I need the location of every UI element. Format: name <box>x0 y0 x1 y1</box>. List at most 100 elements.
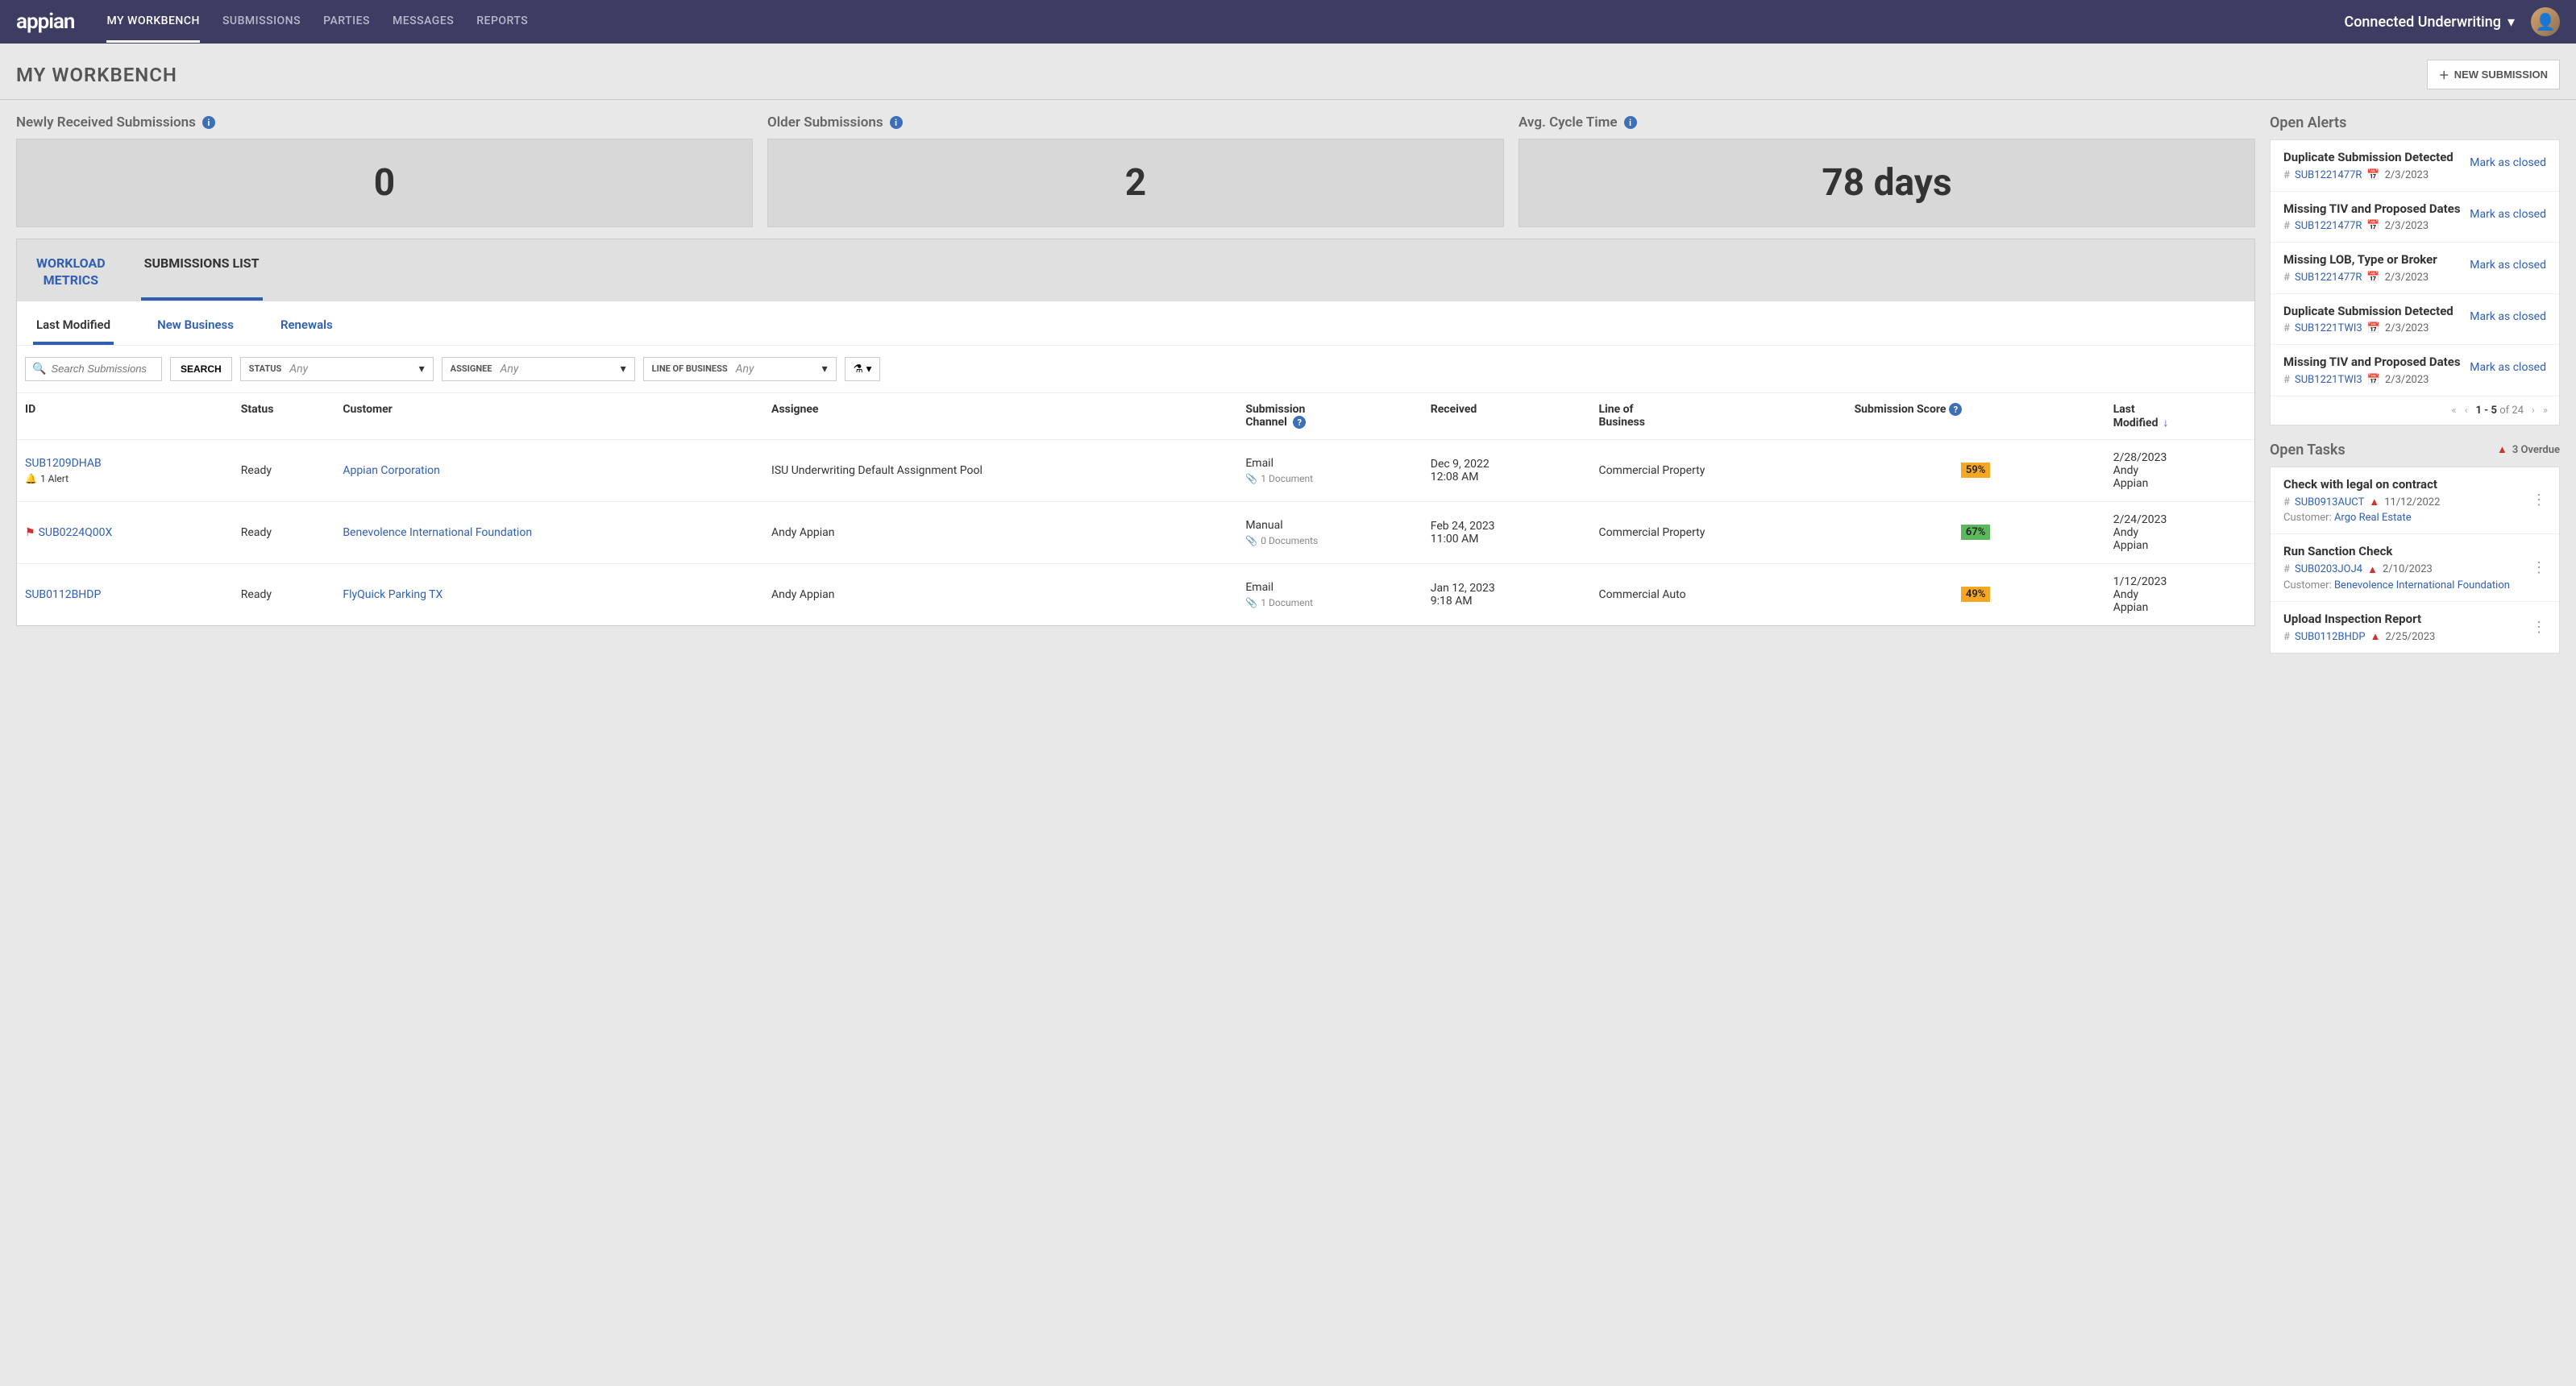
status-select[interactable]: STATUS Any ▾ <box>240 357 434 381</box>
hash-icon: # <box>2283 496 2290 508</box>
pager-prev[interactable]: « <box>2451 405 2456 417</box>
avatar[interactable]: 👤 <box>2531 7 2560 36</box>
sub-tab-last-modified[interactable]: Last Modified <box>33 313 114 345</box>
task-item: Run Sanction Check#SUB0203JOJ4▲2/10/2023… <box>2271 534 2559 602</box>
status-value: Any <box>289 363 410 376</box>
alert-sub-link[interactable]: SUB1221TWI3 <box>2295 374 2362 386</box>
info-icon[interactable]: i <box>1624 116 1637 129</box>
col-last-modified[interactable]: LastModified↓ <box>2105 392 2254 439</box>
mark-closed-link[interactable]: Mark as closed <box>2470 361 2546 374</box>
mark-closed-link[interactable]: Mark as closed <box>2470 310 2546 323</box>
col-received[interactable]: Received <box>1423 392 1591 439</box>
stat-row: Newly Received Submissionsi0Older Submis… <box>16 114 2255 227</box>
submission-id-link[interactable]: SUB0112BHDP <box>25 588 101 601</box>
pager-next[interactable]: » <box>2543 405 2548 417</box>
alert-meta: #SUB1221477R📅2/3/2023 <box>2283 220 2462 232</box>
mark-closed-link[interactable]: Mark as closed <box>2470 259 2546 272</box>
submissions-table: IDStatusCustomerAssigneeSubmissionChanne… <box>17 392 2254 625</box>
task-title: Check with legal on contract <box>2283 477 2524 493</box>
filter-button[interactable]: ⚗ ▾ <box>845 357 881 381</box>
calendar-icon: 📅 <box>2367 374 2380 386</box>
assignee-label: ASSIGNEE <box>451 363 492 374</box>
task-sub-link[interactable]: SUB0112BHDP <box>2295 631 2366 643</box>
help-icon[interactable]: ? <box>1949 403 1962 416</box>
assignee-value: Any <box>500 363 612 376</box>
kebab-icon[interactable]: ⋮ <box>2532 492 2546 508</box>
cell-received: Jan 12, 20239:18 AM <box>1423 563 1591 625</box>
info-icon[interactable]: i <box>890 116 903 129</box>
main-tab-1[interactable]: SUBMISSIONS LIST <box>141 251 263 301</box>
assignee-select[interactable]: ASSIGNEE Any ▾ <box>442 357 635 381</box>
nav-reports[interactable]: REPORTS <box>476 2 528 43</box>
table-row[interactable]: SUB1209DHAB🔔1 AlertReadyAppian Corporati… <box>17 439 2254 501</box>
main-tab-0[interactable]: WORKLOADMETRICS <box>33 251 109 301</box>
alert-title: Missing TIV and Proposed Dates <box>2283 355 2462 371</box>
col-submission-score[interactable]: Submission Score? <box>1847 392 2105 439</box>
stat-block: Older Submissionsi2 <box>767 114 1504 227</box>
lob-select[interactable]: LINE OF BUSINESS Any ▾ <box>643 357 837 381</box>
score-badge: 59% <box>1961 463 1990 478</box>
chevron-down-icon: ▾ <box>419 363 425 376</box>
col-id[interactable]: ID <box>17 392 233 439</box>
info-icon[interactable]: i <box>202 116 215 129</box>
search-icon: 🔍 <box>32 363 46 376</box>
submission-id-link[interactable]: SUB0224Q00X <box>39 526 113 539</box>
alert-sub-link[interactable]: SUB1221477R <box>2295 272 2362 284</box>
funnel-icon: ⚗ <box>854 363 863 376</box>
search-box[interactable]: 🔍 <box>25 357 162 381</box>
cell-lob: Commercial Property <box>1590 439 1846 501</box>
kebab-icon[interactable]: ⋮ <box>2532 559 2546 576</box>
task-customer-link[interactable]: Argo Real Estate <box>2334 512 2412 524</box>
table-row[interactable]: SUB0112BHDPReadyFlyQuick Parking TXAndy … <box>17 563 2254 625</box>
task-customer-link[interactable]: Benevolence International Foundation <box>2334 579 2510 591</box>
lob-label: LINE OF BUSINESS <box>652 363 728 374</box>
hash-icon: # <box>2283 169 2290 181</box>
col-submission-channel[interactable]: SubmissionChannel ? <box>1237 392 1422 439</box>
cell-received: Feb 24, 202311:00 AM <box>1423 501 1591 563</box>
plus-icon: ＋ <box>2439 67 2449 82</box>
app-title-text: Connected Underwriting <box>2344 14 2501 31</box>
warning-icon: ▲ <box>2370 630 2381 643</box>
hash-icon: # <box>2283 563 2290 575</box>
open-tasks-list: Check with legal on contract # SUB0913AUCT… <box>2270 467 2560 654</box>
submission-id-link[interactable]: SUB1209DHAB <box>25 457 102 470</box>
nav-submissions[interactable]: SUBMISSIONS <box>222 2 301 43</box>
search-input[interactable] <box>51 363 155 375</box>
sub-tab-renewals[interactable]: Renewals <box>277 313 336 345</box>
nav-parties[interactable]: PARTIES <box>323 2 370 43</box>
nav-my-workbench[interactable]: MY WORKBENCH <box>106 2 199 43</box>
app-switcher[interactable]: Connected Underwriting ▾ <box>2344 14 2515 31</box>
calendar-icon: 📅 <box>2366 220 2379 232</box>
kebab-icon[interactable]: ⋮ <box>2532 619 2546 636</box>
mark-closed-link[interactable]: Mark as closed <box>2470 156 2546 169</box>
col-line-of-business[interactable]: Line ofBusiness <box>1590 392 1846 439</box>
task-sub-link[interactable]: SUB0913AUCT <box>2295 496 2364 508</box>
hash-icon: # <box>2283 272 2290 284</box>
col-assignee[interactable]: Assignee <box>763 392 1237 439</box>
table-row[interactable]: ⚑SUB0224Q00XReadyBenevolence Internation… <box>17 501 2254 563</box>
col-customer[interactable]: Customer <box>334 392 763 439</box>
task-title: Run Sanction Check <box>2283 544 2524 560</box>
pager-prev[interactable]: ‹ <box>2465 405 2468 417</box>
open-alerts-list: Duplicate Submission Detected#SUB1221477… <box>2270 139 2560 425</box>
sub-tab-new-business[interactable]: New Business <box>154 313 237 345</box>
pager-next[interactable]: › <box>2532 405 2535 417</box>
search-button[interactable]: SEARCH <box>170 357 232 381</box>
hash-icon: # <box>2283 322 2290 334</box>
task-sub-link[interactable]: SUB0203JOJ4 <box>2295 563 2362 575</box>
alert-sub-link[interactable]: SUB1221477R <box>2295 220 2362 232</box>
nav-messages[interactable]: MESSAGES <box>393 2 454 43</box>
col-status[interactable]: Status <box>233 392 335 439</box>
alert-meta: #SUB1221477R📅2/3/2023 <box>2283 169 2462 181</box>
customer-link[interactable]: FlyQuick Parking TX <box>343 588 442 601</box>
alert-sub-link[interactable]: SUB1221TWI3 <box>2295 322 2362 334</box>
customer-link[interactable]: Appian Corporation <box>343 464 440 477</box>
mark-closed-link[interactable]: Mark as closed <box>2470 208 2546 221</box>
new-submission-button[interactable]: ＋ NEW SUBMISSION <box>2427 60 2560 89</box>
alert-sub-link[interactable]: SUB1221477R <box>2295 169 2362 181</box>
help-icon[interactable]: ? <box>1293 416 1306 429</box>
customer-link[interactable]: Benevolence International Foundation <box>343 526 532 539</box>
chevron-down-icon: ▾ <box>866 363 872 376</box>
main-tabs: WORKLOADMETRICS SUBMISSIONS LIST <box>17 239 2254 301</box>
pager-range: 1 - 5 of 24 <box>2475 405 2524 417</box>
